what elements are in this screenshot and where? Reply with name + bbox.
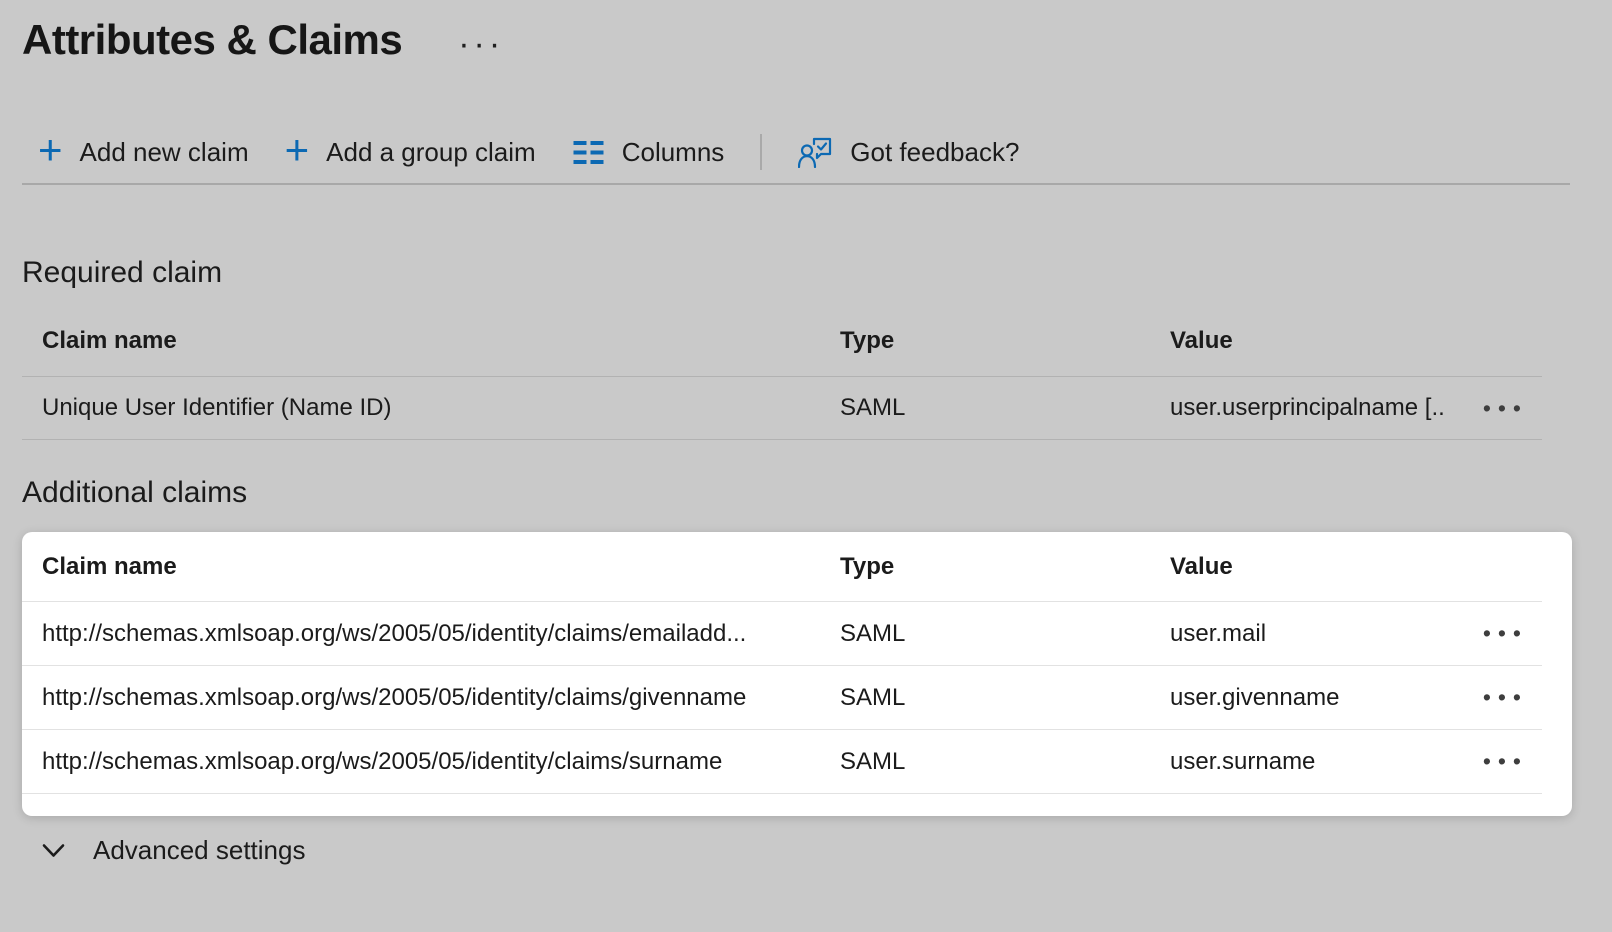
page-title: Attributes & Claims xyxy=(22,14,402,66)
required-claim-heading: Required claim xyxy=(22,255,1612,291)
value-cell: user.givenname xyxy=(1170,684,1446,712)
claim-name-column-header: Claim name xyxy=(22,553,840,581)
columns-button[interactable]: Columns xyxy=(572,139,725,166)
attributes-claims-page: Attributes & Claims ··· + Add new claim … xyxy=(0,0,1612,932)
type-column-header: Type xyxy=(840,553,1170,581)
got-feedback-button[interactable]: Got feedback? xyxy=(798,137,1019,168)
value-cell: user.userprincipalname [... xyxy=(1170,394,1446,422)
toolbar-divider xyxy=(760,134,762,170)
type-cell: SAML xyxy=(840,620,1170,648)
claim-row-surname[interactable]: http://schemas.xmlsoap.org/ws/2005/05/id… xyxy=(22,730,1542,794)
columns-icon xyxy=(572,139,605,166)
value-column-header: Value xyxy=(1170,327,1446,355)
type-cell: SAML xyxy=(840,394,1170,422)
type-cell: SAML xyxy=(840,748,1170,776)
claim-name-cell: http://schemas.xmlsoap.org/ws/2005/05/id… xyxy=(22,620,840,648)
advanced-settings-expander[interactable]: Advanced settings xyxy=(42,833,305,867)
value-column-header: Value xyxy=(1170,553,1446,581)
person-feedback-icon xyxy=(798,137,833,168)
plus-icon: + xyxy=(38,135,63,165)
table-header-row: Claim name Type Value xyxy=(22,305,1542,377)
required-claim-row[interactable]: Unique User Identifier (Name ID) SAML us… xyxy=(22,377,1542,440)
chevron-down-icon xyxy=(42,843,65,858)
additional-claims-card: Claim name Type Value http://schemas.xml… xyxy=(22,532,1572,816)
row-actions-icon[interactable]: ••• xyxy=(1483,686,1542,709)
type-cell: SAML xyxy=(840,684,1170,712)
add-group-claim-button[interactable]: + Add a group claim xyxy=(285,139,536,165)
claim-name-cell: Unique User Identifier (Name ID) xyxy=(22,394,840,422)
row-actions-icon[interactable]: ••• xyxy=(1483,750,1542,773)
value-cell: user.surname xyxy=(1170,748,1446,776)
required-claim-table: Claim name Type Value Unique User Identi… xyxy=(22,305,1542,440)
advanced-settings-label: Advanced settings xyxy=(93,835,305,866)
value-cell: user.mail xyxy=(1170,620,1446,648)
command-bar: + Add new claim + Add a group claim Colu… xyxy=(38,130,1612,174)
add-group-claim-label: Add a group claim xyxy=(326,139,536,165)
table-header-row: Claim name Type Value xyxy=(22,532,1542,602)
claim-name-cell: http://schemas.xmlsoap.org/ws/2005/05/id… xyxy=(22,684,840,712)
additional-claims-heading: Additional claims xyxy=(22,475,1612,511)
page-header: Attributes & Claims ··· xyxy=(0,0,1612,66)
row-actions-icon[interactable]: ••• xyxy=(1483,397,1542,420)
section-divider xyxy=(22,183,1570,185)
got-feedback-label: Got feedback? xyxy=(850,139,1019,165)
additional-claims-table: Claim name Type Value http://schemas.xml… xyxy=(22,532,1542,794)
claim-row-email[interactable]: http://schemas.xmlsoap.org/ws/2005/05/id… xyxy=(22,602,1542,666)
row-actions-icon[interactable]: ••• xyxy=(1483,622,1542,645)
type-column-header: Type xyxy=(840,327,1170,355)
claim-name-cell: http://schemas.xmlsoap.org/ws/2005/05/id… xyxy=(22,748,840,776)
plus-icon: + xyxy=(285,135,310,165)
add-new-claim-label: Add new claim xyxy=(80,139,249,165)
add-new-claim-button[interactable]: + Add new claim xyxy=(38,139,249,165)
claim-name-column-header: Claim name xyxy=(22,327,840,355)
claim-row-givenname[interactable]: http://schemas.xmlsoap.org/ws/2005/05/id… xyxy=(22,666,1542,730)
more-options-icon[interactable]: ··· xyxy=(458,27,504,61)
columns-label: Columns xyxy=(622,139,725,165)
